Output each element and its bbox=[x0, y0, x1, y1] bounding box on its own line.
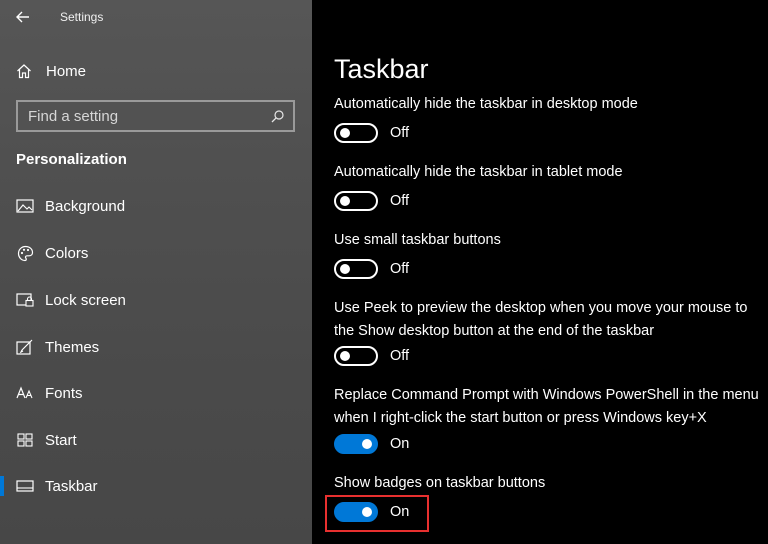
sidebar-item-label: Colors bbox=[45, 244, 89, 262]
lock-screen-icon bbox=[15, 293, 35, 307]
toggle-switch[interactable] bbox=[334, 434, 378, 454]
home-nav-item[interactable]: Home bbox=[16, 58, 86, 84]
setting-label: Use small taskbar buttons bbox=[334, 232, 501, 248]
sidebar-item-label: Lock screen bbox=[45, 291, 126, 309]
title-bar: Settings bbox=[0, 0, 312, 34]
toggle-knob bbox=[340, 264, 350, 274]
setting-label: Use Peek to preview the desktop when you… bbox=[334, 300, 748, 339]
toggle-knob bbox=[340, 196, 350, 206]
sidebar-item-label: Themes bbox=[45, 338, 100, 356]
sidebar-item-start[interactable]: Start bbox=[0, 420, 312, 460]
highlight-box bbox=[325, 495, 429, 532]
toggle-powershell[interactable]: On bbox=[334, 433, 409, 455]
taskbar-icon bbox=[15, 480, 35, 492]
sidebar: Settings Home Personalization Background… bbox=[0, 0, 312, 544]
search-input[interactable] bbox=[28, 107, 248, 125]
setting-label: Show badges on taskbar buttons bbox=[334, 475, 546, 491]
sidebar-item-label: Start bbox=[45, 431, 77, 449]
sidebar-item-lock-screen[interactable]: Lock screen bbox=[0, 280, 312, 320]
setting-label: Automatically hide the taskbar in deskto… bbox=[334, 96, 638, 112]
fonts-icon bbox=[15, 386, 35, 400]
sidebar-item-label: Fonts bbox=[45, 384, 83, 402]
toggle-knob bbox=[362, 439, 372, 449]
back-arrow-icon bbox=[16, 11, 29, 23]
sidebar-item-fonts[interactable]: Fonts bbox=[0, 373, 312, 413]
home-label: Home bbox=[46, 62, 87, 80]
toggle-peek[interactable]: Off bbox=[334, 345, 409, 367]
setting-label: Replace Command Prompt with Windows Powe… bbox=[334, 387, 759, 426]
start-icon bbox=[15, 433, 35, 447]
home-icon bbox=[17, 64, 31, 79]
toggle-state: On bbox=[390, 436, 410, 452]
toggle-state: Off bbox=[390, 193, 410, 209]
active-indicator bbox=[0, 476, 4, 496]
palette-icon bbox=[15, 245, 35, 262]
toggle-switch[interactable] bbox=[334, 259, 378, 279]
toggle-switch[interactable] bbox=[334, 346, 378, 366]
toggle-knob bbox=[340, 351, 350, 361]
toggle-knob bbox=[340, 128, 350, 138]
toggle-hide-desktop[interactable]: Off bbox=[334, 122, 409, 144]
toggle-small-buttons[interactable]: Off bbox=[334, 258, 409, 280]
sidebar-item-taskbar[interactable]: Taskbar bbox=[0, 466, 312, 506]
toggle-switch[interactable] bbox=[334, 123, 378, 143]
sidebar-item-label: Background bbox=[45, 197, 126, 215]
page-title: Taskbar bbox=[334, 54, 429, 84]
themes-icon bbox=[15, 339, 35, 355]
toggle-switch[interactable] bbox=[334, 191, 378, 211]
app-title: Settings bbox=[60, 10, 104, 24]
toggle-state: Off bbox=[390, 261, 410, 277]
search-box[interactable] bbox=[16, 100, 295, 132]
sidebar-item-background[interactable]: Background bbox=[0, 186, 312, 226]
toggle-hide-tablet[interactable]: Off bbox=[334, 190, 409, 212]
setting-label: Automatically hide the taskbar in tablet… bbox=[334, 164, 623, 180]
image-icon bbox=[15, 199, 35, 213]
search-icon[interactable] bbox=[271, 109, 284, 123]
sidebar-item-colors[interactable]: Colors bbox=[0, 233, 312, 273]
toggle-state: Off bbox=[390, 125, 410, 141]
toggle-state: Off bbox=[390, 348, 410, 364]
sidebar-item-label: Taskbar bbox=[45, 477, 98, 495]
sidebar-item-themes[interactable]: Themes bbox=[0, 327, 312, 367]
main-content: Taskbar Automatically hide the taskbar i… bbox=[312, 0, 768, 544]
section-title: Personalization bbox=[16, 151, 127, 168]
back-button[interactable] bbox=[0, 0, 46, 34]
